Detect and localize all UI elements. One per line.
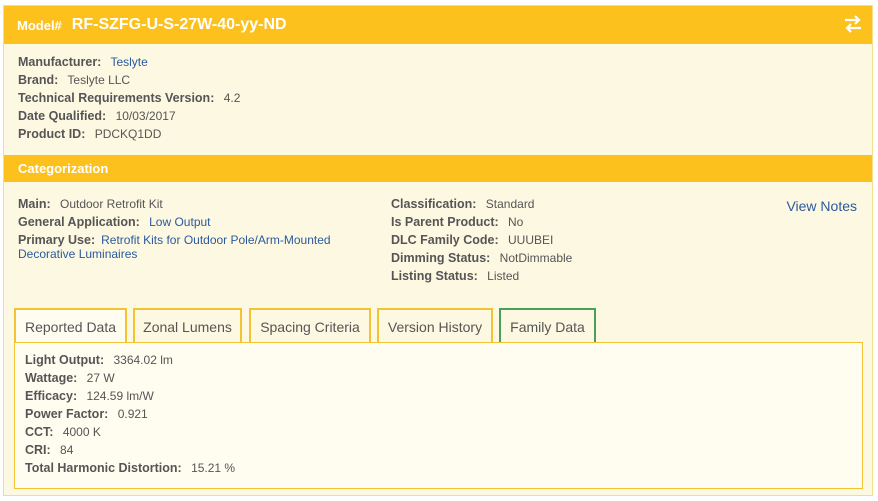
family-code-row: DLC Family Code: UUUBEI [391, 231, 572, 249]
family-code-value: UUUBEI [508, 233, 554, 247]
product-id-row: Product ID: PDCKQ1DD [18, 125, 240, 143]
listing-value: Listed [487, 269, 520, 283]
primary-use-label: Primary Use: [18, 233, 96, 247]
tech-req-label: Technical Requirements Version: [18, 91, 215, 105]
classification-value: Standard [485, 197, 535, 211]
categorization-right: Classification: Standard Is Parent Produ… [391, 195, 572, 285]
tab-reported-data[interactable]: Reported Data [14, 308, 127, 344]
power-factor-row: Power Factor: 0.921 [25, 405, 235, 423]
date-qualified-label: Date Qualified: [18, 109, 107, 123]
date-qualified-value: 10/03/2017 [115, 109, 176, 123]
brand-row: Brand: Teslyte LLC [18, 71, 240, 89]
product-info: Manufacturer: Teslyte Brand: Teslyte LLC… [18, 53, 240, 143]
brand-label: Brand: [18, 73, 59, 87]
model-header: Model# RF-SZFG-U-S-27W-40-yy-ND [4, 6, 872, 44]
family-code-label: DLC Family Code: [391, 233, 499, 247]
thd-row: Total Harmonic Distortion: 15.21 % [25, 459, 235, 477]
tab-spacing-criteria[interactable]: Spacing Criteria [249, 308, 371, 343]
is-parent-value: No [508, 215, 524, 229]
main-row: Main: Outdoor Retrofit Kit [18, 195, 358, 213]
categorization-left: Main: Outdoor Retrofit Kit General Appli… [18, 195, 358, 261]
cri-value: 84 [60, 443, 74, 457]
light-output-label: Light Output: [25, 353, 105, 367]
categorization-header: Categorization [4, 155, 872, 182]
listing-row: Listing Status: Listed [391, 267, 572, 285]
wattage-label: Wattage: [25, 371, 78, 385]
tech-req-value: 4.2 [223, 91, 241, 105]
cri-row: CRI: 84 [25, 441, 235, 459]
general-application-link[interactable]: Low Output [149, 215, 210, 229]
classification-label: Classification: [391, 197, 477, 211]
efficacy-value: 124.59 lm/W [86, 389, 154, 403]
main-label: Main: [18, 197, 51, 211]
general-application-row: General Application: Low Output [18, 213, 358, 231]
manufacturer-label: Manufacturer: [18, 55, 102, 69]
cct-label: CCT: [25, 425, 54, 439]
is-parent-label: Is Parent Product: [391, 215, 499, 229]
cct-value: 4000 K [62, 425, 101, 439]
model-key: Model# [17, 17, 62, 33]
reported-data-panel: Light Output: 3364.02 lm Wattage: 27 W E… [14, 342, 863, 489]
listing-label: Listing Status: [391, 269, 478, 283]
reported-data-list: Light Output: 3364.02 lm Wattage: 27 W E… [25, 351, 235, 477]
cct-row: CCT: 4000 K [25, 423, 235, 441]
light-output-value: 3364.02 lm [113, 353, 173, 367]
is-parent-row: Is Parent Product: No [391, 213, 572, 231]
dimming-label: Dimming Status: [391, 251, 491, 265]
manufacturer-row: Manufacturer: Teslyte [18, 53, 240, 71]
date-qualified-row: Date Qualified: 10/03/2017 [18, 107, 240, 125]
main-value: Outdoor Retrofit Kit [59, 197, 163, 211]
model-number: RF-SZFG-U-S-27W-40-yy-ND [71, 16, 287, 33]
thd-value: 15.21 % [191, 461, 236, 475]
efficacy-row: Efficacy: 124.59 lm/W [25, 387, 235, 405]
manufacturer-link[interactable]: Teslyte [110, 55, 147, 69]
efficacy-label: Efficacy: [25, 389, 78, 403]
product-id-value: PDCKQ1DD [94, 127, 162, 141]
view-notes-link[interactable]: View Notes [786, 198, 857, 214]
tab-version-history[interactable]: Version History [377, 308, 493, 343]
tab-family-data[interactable]: Family Data [499, 308, 596, 343]
tab-zonal-lumens[interactable]: Zonal Lumens [133, 308, 242, 343]
cri-label: CRI: [25, 443, 51, 457]
tech-req-row: Technical Requirements Version: 4.2 [18, 89, 240, 107]
primary-use-row: Primary Use: Retrofit Kits for Outdoor Po… [18, 233, 358, 261]
classification-row: Classification: Standard [391, 195, 572, 213]
product-card: Model# RF-SZFG-U-S-27W-40-yy-ND Manufact… [3, 5, 873, 496]
dimming-row: Dimming Status: NotDimmable [391, 249, 572, 267]
swap-arrows-icon[interactable] [843, 15, 863, 33]
thd-label: Total Harmonic Distortion: [25, 461, 182, 475]
light-output-row: Light Output: 3364.02 lm [25, 351, 235, 369]
wattage-row: Wattage: 27 W [25, 369, 235, 387]
power-factor-label: Power Factor: [25, 407, 109, 421]
power-factor-value: 0.921 [117, 407, 148, 421]
brand-value: Teslyte LLC [67, 73, 131, 87]
general-application-label: General Application: [18, 215, 140, 229]
product-id-label: Product ID: [18, 127, 86, 141]
dimming-value: NotDimmable [499, 251, 573, 265]
wattage-value: 27 W [86, 371, 115, 385]
